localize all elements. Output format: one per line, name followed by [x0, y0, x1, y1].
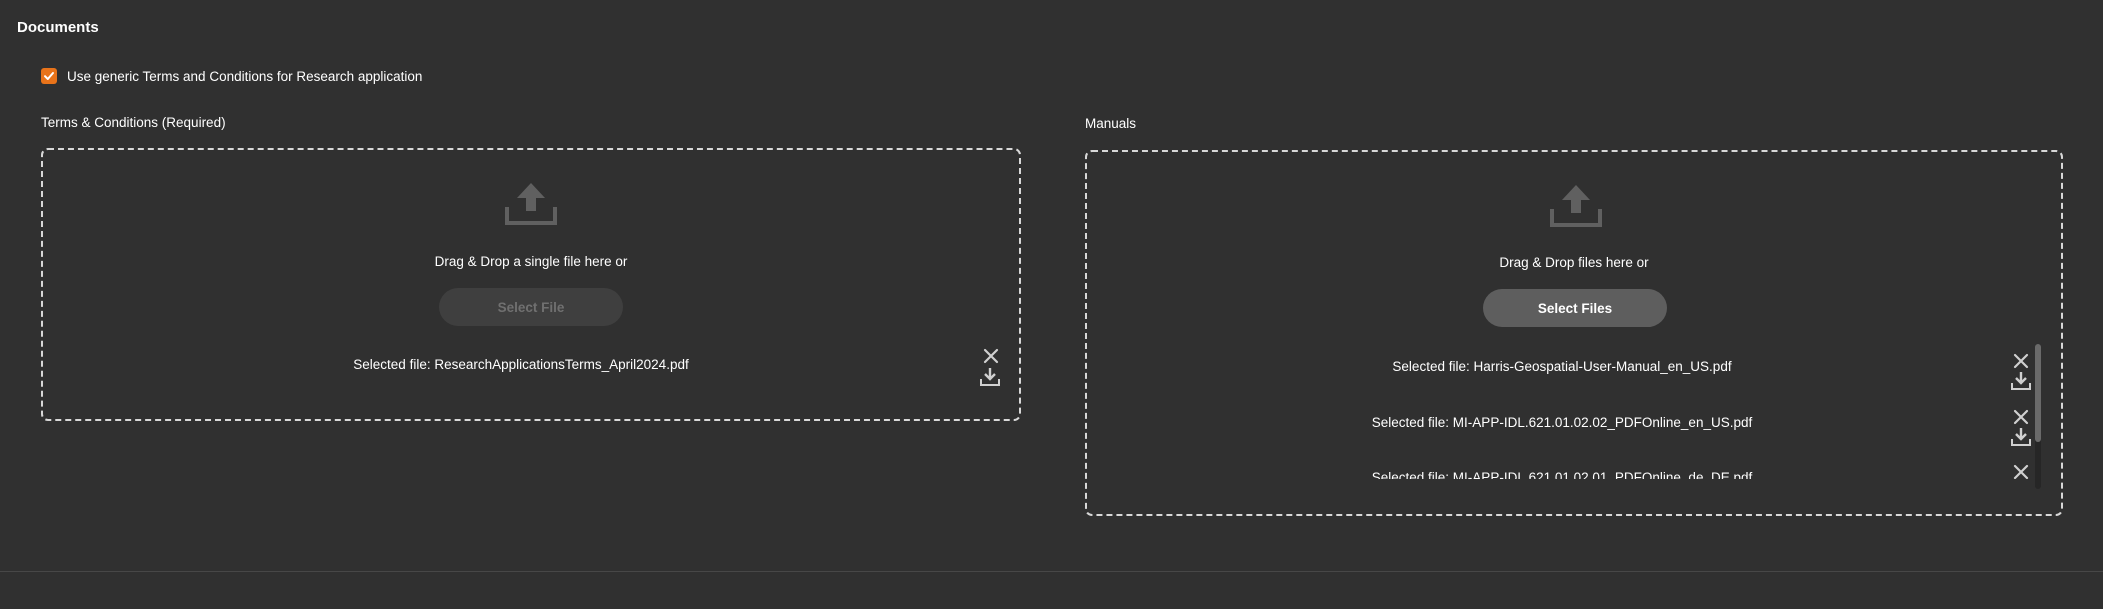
generic-terms-row[interactable]: Use generic Terms and Conditions for Res… [41, 68, 422, 84]
manuals-file-row: Selected file: MI-APP-IDL.621.01.02.02_P… [1087, 409, 2061, 471]
section-title: Documents [17, 19, 99, 36]
bottom-divider [0, 571, 2103, 572]
upload-icon [1550, 185, 1602, 227]
checkmark-icon [44, 72, 54, 80]
download-icon[interactable] [2010, 371, 2032, 391]
close-icon[interactable] [2012, 463, 2030, 479]
select-files-button[interactable]: Select Files [1483, 289, 1667, 327]
manuals-file-row: Selected file: MI-APP-IDL.621.01.02.01_P… [1087, 464, 2061, 479]
terms-file-name: Selected file: ResearchApplicationsTerms… [353, 357, 689, 372]
select-file-button[interactable]: Select File [439, 288, 623, 326]
terms-file-row: Selected file: ResearchApplicationsTerms… [43, 348, 1019, 413]
manuals-file-name: Selected file: MI-APP-IDL.621.01.02.02_P… [1371, 415, 1753, 430]
download-icon[interactable] [979, 367, 1001, 387]
manuals-dropzone[interactable]: Drag & Drop files here or Select Files S… [1085, 150, 2063, 516]
manuals-scrollbar-thumb[interactable] [2035, 344, 2041, 442]
manuals-drop-text: Drag & Drop files here or [1499, 255, 1649, 270]
download-icon[interactable] [2010, 427, 2032, 447]
manuals-file-name: Selected file: Harris-Geospatial-User-Ma… [1392, 359, 1732, 374]
manuals-label: Manuals [1085, 116, 1137, 131]
close-icon[interactable] [2012, 352, 2030, 370]
close-icon[interactable] [982, 347, 1000, 365]
upload-icon [505, 183, 557, 225]
manuals-file-row: Selected file: Harris-Geospatial-User-Ma… [1087, 353, 2061, 415]
manuals-file-list[interactable]: Selected file: Harris-Geospatial-User-Ma… [1087, 344, 2061, 479]
generic-terms-checkbox[interactable] [41, 68, 57, 84]
close-icon[interactable] [2012, 408, 2030, 426]
manuals-file-name: Selected file: MI-APP-IDL.621.01.02.01_P… [1371, 470, 1753, 479]
terms-label: Terms & Conditions (Required) [41, 115, 226, 130]
manuals-scrollbar[interactable] [2035, 344, 2041, 489]
terms-dropzone[interactable]: Drag & Drop a single file here or Select… [41, 148, 1021, 421]
terms-drop-text: Drag & Drop a single file here or [434, 254, 628, 269]
generic-terms-label: Use generic Terms and Conditions for Res… [67, 68, 423, 84]
